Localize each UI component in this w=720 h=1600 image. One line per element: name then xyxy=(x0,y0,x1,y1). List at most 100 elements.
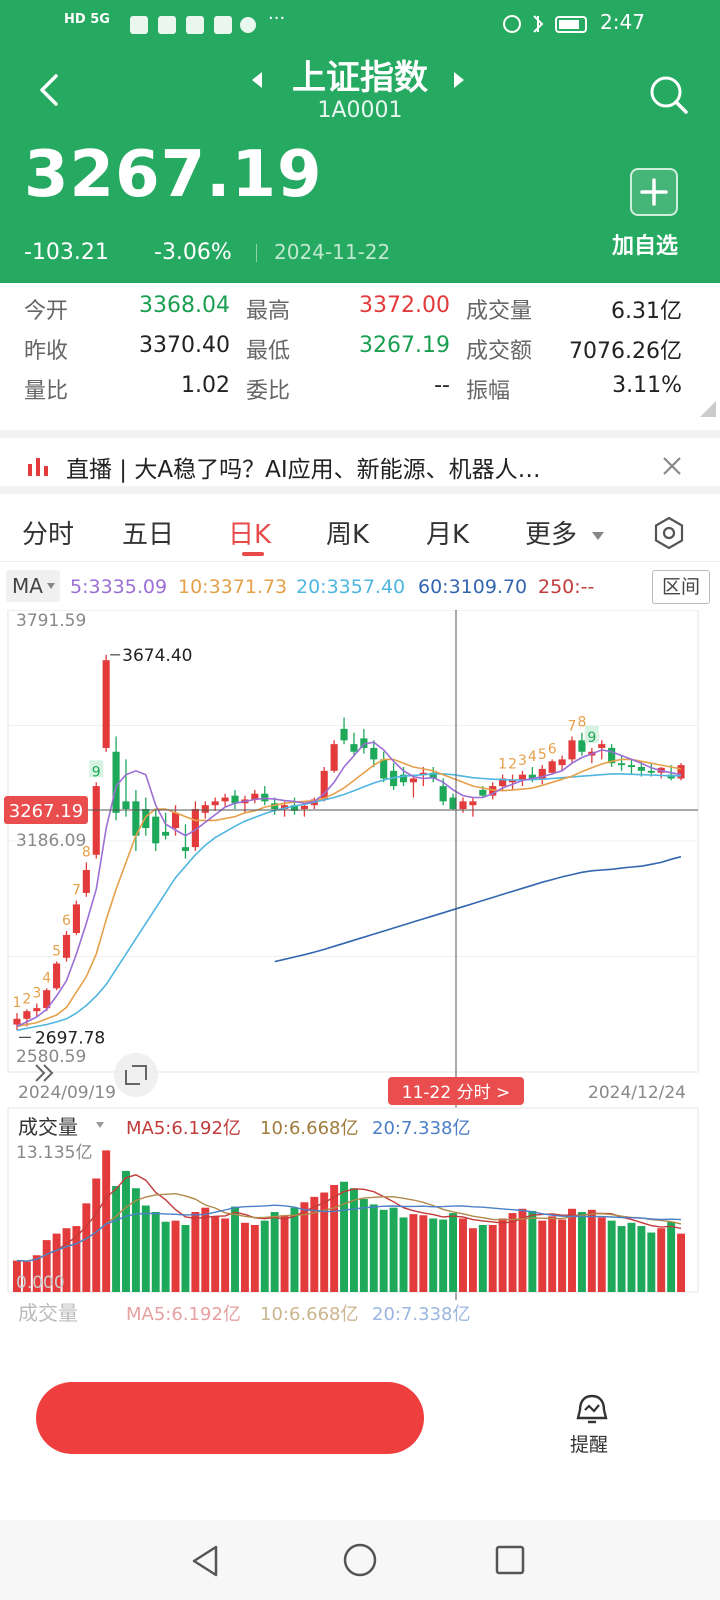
volume-bar xyxy=(488,1224,497,1292)
expand-corner-icon[interactable] xyxy=(700,401,716,417)
td-marker-6: 6 xyxy=(548,741,557,757)
tab-5[interactable]: 更多 xyxy=(525,514,577,551)
stat-label: 量比 xyxy=(24,379,69,404)
live-bars-icon xyxy=(28,458,48,476)
volume-bar xyxy=(518,1208,527,1292)
signal-info: HD 5G xyxy=(64,12,110,27)
tab-2[interactable]: 日K xyxy=(228,514,271,551)
candle-body xyxy=(568,740,576,760)
volume-bar xyxy=(389,1207,398,1292)
kline-svg[interactable]: 3791.593186.092580.591 2 3456789 1 2 3 4 5 67 893… xyxy=(0,609,720,1330)
candle-body xyxy=(181,847,190,851)
td-marker-4: 4 xyxy=(42,970,51,986)
settings-hexagon-icon[interactable] xyxy=(652,516,686,550)
stock-code: 1A0001 xyxy=(317,98,403,123)
candle-body xyxy=(23,1011,31,1019)
candle-body xyxy=(221,797,229,802)
volume-bar xyxy=(568,1208,576,1292)
tab-3[interactable]: 周K xyxy=(326,514,369,551)
range-button[interactable]: 区间 xyxy=(652,570,710,604)
close-icon[interactable] xyxy=(660,454,684,478)
volume-bar xyxy=(231,1206,239,1292)
volume-bar xyxy=(359,1199,368,1292)
stat-value: -- xyxy=(434,373,450,398)
quote-date: 2024-11-22 xyxy=(274,240,391,264)
volume-bar xyxy=(617,1226,626,1292)
kline-chart[interactable]: 3791.59 3186.09 2580.59 1 2 3 4 5 6 7 8 9 1 2 3 4 5 6 7 8 9 3… xyxy=(0,609,720,1330)
volume-zero-label: 0.000 xyxy=(16,1273,65,1293)
volume-ma20-repeat: 20:7.338亿 xyxy=(372,1304,471,1325)
ma-value-4: 250:-- xyxy=(538,576,595,598)
td-marker-8: 8 xyxy=(82,844,91,860)
candle-body xyxy=(647,770,655,773)
stat-value: 6.31亿 xyxy=(611,299,682,324)
volume-bar xyxy=(82,1203,91,1292)
live-news-banner[interactable]: 直播 | 大A稳了吗？AI应用、新能源、机器人… xyxy=(0,430,720,494)
candle-body xyxy=(102,660,110,748)
add-watchlist-button[interactable] xyxy=(630,168,678,216)
td-marker-4: 4 xyxy=(528,749,537,765)
x-axis-end-label: 2024/12/24 xyxy=(588,1083,686,1103)
stat-label: 今开 xyxy=(24,299,69,324)
nav-home-icon[interactable] xyxy=(342,1542,378,1578)
td-marker-1: 1 xyxy=(498,757,507,773)
candle-body xyxy=(330,744,338,771)
stat-label: 委比 xyxy=(246,379,291,404)
candle-body xyxy=(53,963,61,989)
volume-bar xyxy=(181,1224,190,1292)
dropdown-triangle-icon[interactable] xyxy=(590,530,606,542)
volume-bar xyxy=(667,1221,676,1292)
reminder-label[interactable]: 提醒 xyxy=(570,1430,608,1457)
volume-title: 成交量 xyxy=(18,1115,78,1139)
stat-value: 3370.40 xyxy=(139,333,230,358)
trade-button[interactable] xyxy=(36,1382,424,1454)
candle-body xyxy=(380,759,388,779)
volume-bar xyxy=(300,1202,309,1292)
volume-bar xyxy=(528,1210,537,1292)
volume-bar xyxy=(270,1212,279,1292)
volume-bar xyxy=(637,1226,646,1292)
volume-bar xyxy=(211,1216,220,1292)
system-status-icons xyxy=(503,15,587,33)
volume-bar xyxy=(122,1170,130,1292)
candle-body xyxy=(162,831,170,836)
high-price-label: 3674.40 xyxy=(122,646,192,666)
news-headline[interactable]: 直播 | 大A稳了吗？AI应用、新能源、机器人… xyxy=(66,450,541,484)
candle-body xyxy=(548,761,556,773)
volume-bar xyxy=(498,1218,507,1292)
td-marker-6: 6 xyxy=(62,913,71,929)
plus-icon xyxy=(640,178,668,206)
nav-recents-icon[interactable] xyxy=(494,1544,526,1576)
more-notifications-icon: ··· xyxy=(268,8,286,29)
volume-bar xyxy=(349,1188,358,1292)
candle-body xyxy=(558,759,566,766)
volume-bar xyxy=(151,1212,160,1292)
y-axis-mid-label: 3186.09 xyxy=(16,831,86,851)
volume-bar xyxy=(112,1186,121,1292)
tab-1[interactable]: 五日 xyxy=(122,514,174,551)
volume-bar xyxy=(191,1212,200,1292)
td-marker-5: 5 xyxy=(538,747,547,763)
nav-back-icon[interactable] xyxy=(190,1544,222,1578)
td-marker-5: 5 xyxy=(52,944,61,960)
tab-4[interactable]: 月K xyxy=(426,514,469,551)
divider xyxy=(256,244,257,262)
tab-0[interactable]: 分时 xyxy=(22,514,74,551)
fullscreen-button-bg xyxy=(114,1053,158,1097)
volume-bar xyxy=(577,1212,586,1292)
volume-bar xyxy=(508,1213,517,1292)
td-marker-9: 9 xyxy=(587,730,596,746)
stat-label: 最低 xyxy=(246,339,291,364)
alarm-bell-icon[interactable] xyxy=(574,1392,610,1426)
system-nav-bar xyxy=(0,1520,720,1600)
current-price: 3267.19 xyxy=(24,138,323,212)
add-watchlist-label[interactable]: 加自选 xyxy=(612,228,678,260)
search-icon[interactable] xyxy=(648,74,690,116)
active-tab-underline xyxy=(242,552,264,556)
candle-body xyxy=(479,789,487,796)
ma-selector[interactable]: MA xyxy=(6,570,60,602)
volume-bar xyxy=(141,1205,150,1292)
stat-label: 最高 xyxy=(246,299,291,324)
td-marker-1: 1 xyxy=(12,995,21,1011)
candle-body xyxy=(122,801,130,809)
